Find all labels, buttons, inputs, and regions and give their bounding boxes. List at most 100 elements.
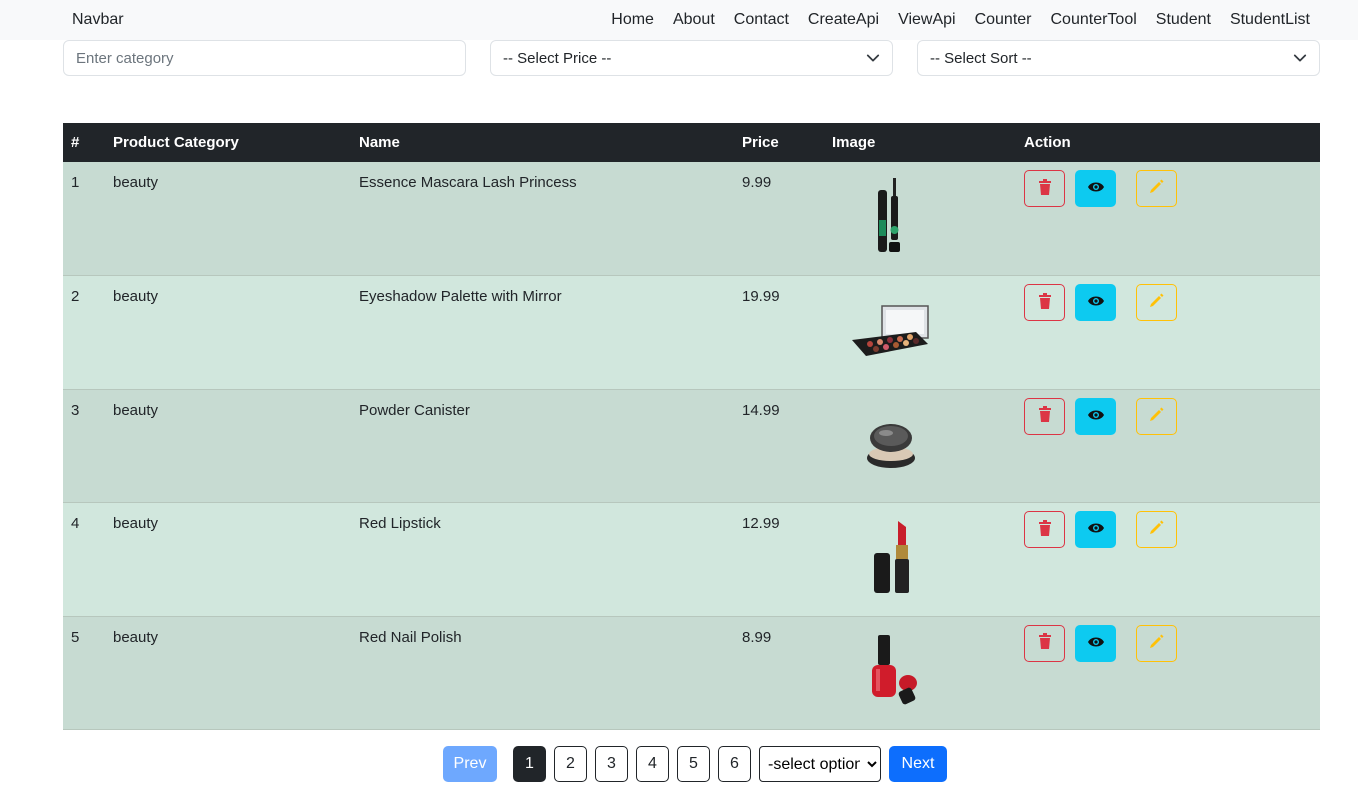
edit-button[interactable] [1136, 284, 1177, 321]
trash-icon [1038, 178, 1052, 199]
product-image [844, 509, 934, 599]
row-image-cell [824, 389, 1016, 503]
nav-link-viewapi[interactable]: ViewApi [898, 11, 956, 29]
page-button-1[interactable]: 1 [513, 746, 546, 782]
row-index: 5 [71, 628, 80, 646]
header-image: Image [832, 134, 876, 151]
row-price: 9.99 [742, 174, 772, 191]
row-index: 1 [71, 174, 80, 191]
eye-icon [1087, 180, 1104, 197]
eye-icon [1087, 521, 1104, 538]
chevron-down-icon [1293, 54, 1307, 62]
product-image [844, 623, 934, 713]
price-select[interactable]: -- Select Price -- [490, 40, 893, 76]
row-index: 2 [71, 288, 80, 305]
edit-button[interactable] [1136, 170, 1177, 207]
trash-icon [1038, 406, 1052, 426]
page-button-5[interactable]: 5 [677, 746, 710, 782]
row-index: 4 [71, 515, 80, 532]
row-category: beauty [113, 628, 159, 646]
header-action: Action [1024, 134, 1071, 151]
product-image [844, 282, 934, 372]
product-image [844, 168, 934, 258]
prev-button[interactable]: Prev [443, 746, 497, 782]
filter-bar: -- Select Price -- -- Select Sort -- [63, 40, 1320, 76]
delete-button[interactable] [1024, 397, 1065, 435]
row-name: Eyeshadow Palette with Mirror [359, 288, 562, 305]
pencil-icon [1149, 293, 1164, 312]
nav-link-counter[interactable]: Counter [975, 11, 1032, 29]
delete-button[interactable] [1024, 511, 1065, 548]
header-category: Product Category [113, 134, 239, 151]
eye-icon [1087, 635, 1104, 652]
navbar-brand[interactable]: Navbar [72, 11, 124, 29]
row-actions [1016, 389, 1320, 503]
row-category: beauty [113, 515, 159, 532]
nav-link-studentlist[interactable]: StudentList [1230, 11, 1310, 29]
row-actions [1016, 162, 1320, 276]
header-index: # [71, 134, 80, 151]
page-size-select[interactable]: -select option- [759, 746, 881, 782]
view-button[interactable] [1075, 511, 1116, 548]
nav-link-countertool[interactable]: CounterTool [1051, 11, 1137, 29]
view-button[interactable] [1075, 284, 1116, 321]
nav-link-student[interactable]: Student [1156, 11, 1211, 29]
pencil-icon [1149, 634, 1164, 653]
header-name: Name [359, 134, 400, 151]
table-row: 4 beauty Red Lipstick 12.99 [63, 502, 1320, 617]
row-category: beauty [113, 174, 159, 191]
edit-button[interactable] [1136, 511, 1177, 548]
view-button[interactable] [1075, 170, 1116, 207]
nav-link-about[interactable]: About [673, 11, 715, 29]
page-button-4[interactable]: 4 [636, 746, 669, 782]
edit-button[interactable] [1136, 397, 1177, 435]
trash-icon [1038, 633, 1052, 653]
nav-link-createapi[interactable]: CreateApi [808, 11, 879, 29]
trash-icon [1038, 519, 1052, 540]
row-name: Essence Mascara Lash Princess [359, 174, 577, 191]
delete-button[interactable] [1024, 170, 1065, 207]
nav-link-home[interactable]: Home [611, 11, 654, 29]
page-button-2[interactable]: 2 [554, 746, 587, 782]
next-button[interactable]: Next [889, 746, 947, 782]
row-index: 3 [71, 401, 80, 419]
pencil-icon [1149, 407, 1164, 426]
row-actions [1016, 616, 1320, 730]
row-price: 12.99 [742, 515, 780, 532]
edit-button[interactable] [1136, 624, 1177, 662]
row-image-cell [824, 162, 1016, 276]
row-category: beauty [113, 401, 159, 419]
price-select-label: -- Select Price -- [503, 49, 612, 67]
row-name: Red Nail Polish [359, 628, 462, 646]
header-price: Price [742, 134, 779, 151]
row-name: Powder Canister [359, 401, 470, 419]
table-row: 5 beauty Red Nail Polish 8.99 [63, 616, 1320, 730]
sort-select-label: -- Select Sort -- [930, 49, 1032, 67]
pagination: Prev 1 2 3 4 5 6 -select option- Next [443, 746, 947, 782]
delete-button[interactable] [1024, 624, 1065, 662]
chevron-down-icon [866, 54, 880, 62]
table-row: 2 beauty Eyeshadow Palette with Mirror 19.9… [63, 275, 1320, 390]
row-image-cell [824, 503, 1016, 617]
nav-link-contact[interactable]: Contact [734, 11, 789, 29]
table-row: 1 beauty Essence Mascara Lash Princess 9.99 [63, 162, 1320, 276]
page-button-6[interactable]: 6 [718, 746, 751, 782]
sort-select[interactable]: -- Select Sort -- [917, 40, 1320, 76]
navbar: Navbar Home About Contact CreateApi View… [0, 0, 1358, 40]
table-row: 3 beauty Powder Canister 14.99 [63, 389, 1320, 503]
row-price: 8.99 [742, 628, 772, 646]
product-image [844, 396, 934, 486]
delete-button[interactable] [1024, 284, 1065, 321]
row-actions [1016, 276, 1320, 390]
eye-icon [1087, 294, 1104, 311]
category-input[interactable] [63, 40, 466, 76]
row-name: Red Lipstick [359, 515, 441, 532]
trash-icon [1038, 292, 1052, 313]
view-button[interactable] [1075, 624, 1116, 662]
view-button[interactable] [1075, 397, 1116, 435]
nav-links: Home About Contact CreateApi ViewApi Cou… [611, 11, 1310, 29]
product-table: # Product Category Name Price Image Acti… [63, 123, 1320, 730]
page-button-3[interactable]: 3 [595, 746, 628, 782]
pencil-icon [1149, 520, 1164, 539]
pencil-icon [1149, 179, 1164, 198]
